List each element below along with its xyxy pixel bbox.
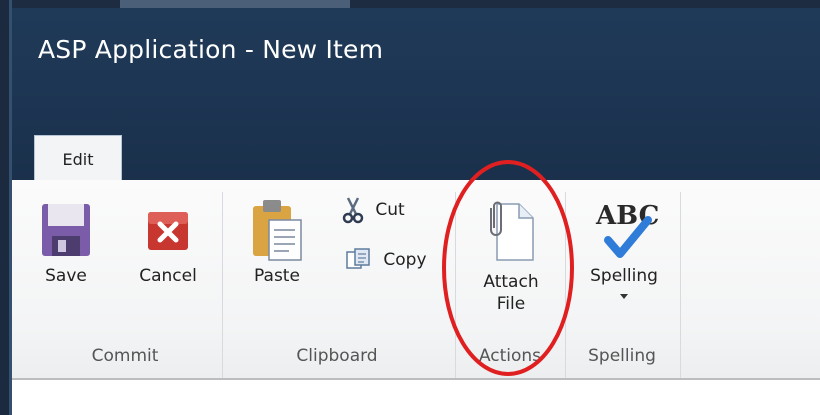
cut-button[interactable]: Cut xyxy=(342,196,405,224)
spelling-button[interactable]: ABC Spelling xyxy=(578,196,670,301)
spelling-label: Spelling xyxy=(590,266,658,286)
highlight-annotation xyxy=(442,160,574,376)
window-top-strip xyxy=(0,0,820,8)
copy-button[interactable]: Copy xyxy=(346,248,427,272)
cut-label: Cut xyxy=(375,200,405,220)
save-icon xyxy=(42,204,90,256)
cancel-button[interactable]: Cancel xyxy=(131,200,205,287)
copy-icon xyxy=(346,248,370,269)
cancel-label: Cancel xyxy=(139,266,197,286)
window-left-edge xyxy=(0,0,12,415)
dialog-titlebar: ASP Application - New Item Edit xyxy=(12,8,820,184)
paste-label: Paste xyxy=(254,266,300,286)
copy-label: Copy xyxy=(383,250,427,270)
cut-icon xyxy=(342,197,364,224)
group-label-spelling: Spelling xyxy=(588,346,656,366)
group-separator xyxy=(680,192,681,378)
tab-edit-label: Edit xyxy=(62,150,94,169)
spelling-icon: ABC xyxy=(595,201,659,258)
group-label-clipboard: Clipboard xyxy=(296,346,378,366)
dropdown-arrow-icon xyxy=(620,294,628,299)
group-separator xyxy=(222,192,223,378)
paste-button[interactable]: Paste xyxy=(242,196,312,287)
cancel-icon xyxy=(148,212,188,250)
save-label: Save xyxy=(45,266,87,286)
dialog-title: ASP Application - New Item xyxy=(38,35,384,64)
save-button[interactable]: Save xyxy=(36,200,96,287)
ribbon-bottom-border xyxy=(12,378,820,380)
paste-icon xyxy=(253,200,302,261)
svg-text:ABC: ABC xyxy=(595,201,659,231)
group-label-commit: Commit xyxy=(91,346,159,366)
tab-edit[interactable]: Edit xyxy=(34,135,122,184)
